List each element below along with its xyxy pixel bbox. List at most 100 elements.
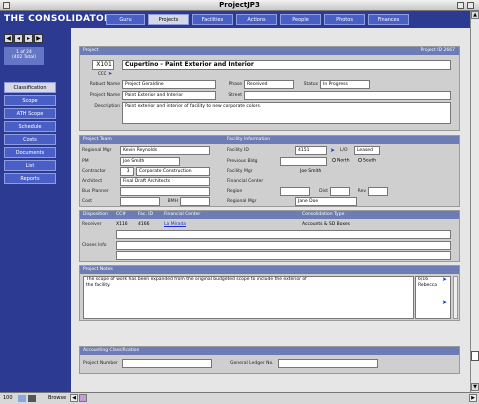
mode-label[interactable]: Browse	[48, 395, 66, 401]
previous-bldg-field[interactable]	[280, 157, 327, 166]
north-radio-icon[interactable]	[332, 158, 336, 162]
fac-id-header: Fac. ID	[138, 212, 154, 217]
tab-actions[interactable]: Actions	[236, 14, 277, 25]
consolidation-type-header: Consolidation Type	[302, 212, 345, 217]
bus-planner-field[interactable]	[120, 187, 210, 196]
sidebar-item-schedule[interactable]: Schedule	[4, 121, 56, 132]
facility-regional-mgr-field[interactable]: Jane Doe	[295, 197, 357, 206]
architect-field[interactable]: Final Draft Architects	[120, 177, 210, 186]
sidebar-item-list[interactable]: List	[4, 160, 56, 171]
receiver-cc: X116	[116, 222, 128, 227]
tab-guru[interactable]: Guru	[106, 14, 145, 25]
tab-people[interactable]: People	[280, 14, 321, 25]
disposition-panel: Disposition CC# Fac. ID Financial Center…	[79, 210, 460, 262]
pm-field[interactable]: Joe Smith	[120, 157, 180, 166]
facility-id-field[interactable]: 4151	[295, 146, 327, 155]
next-record-icon[interactable]: ▸	[24, 34, 33, 43]
description-field[interactable]: Paint exterior and interior of facility …	[122, 102, 451, 124]
facility-link-icon[interactable]: ➤	[330, 147, 335, 154]
project-title-field[interactable]: Cupertino - Paint Exterior and Interior	[122, 60, 451, 70]
sidebar-item-scope[interactable]: Scope	[4, 95, 56, 106]
south-radio[interactable]: South	[358, 158, 376, 164]
region-field[interactable]	[280, 187, 310, 196]
contractor-field[interactable]: Corporate Construction	[136, 167, 210, 176]
receiver-fac-id: 4166	[138, 222, 150, 227]
notes-link-icon-top[interactable]: ➤	[442, 276, 447, 283]
facility-mgr-label: Facility Mgr	[227, 169, 253, 174]
dist-field[interactable]	[330, 187, 350, 196]
window-scrollbar[interactable]: ▲ ▼	[470, 11, 479, 392]
project-notes-header: Project Notes	[80, 266, 459, 274]
disposition-header: Disposition CC# Fac. ID Financial Center…	[80, 211, 459, 219]
sidebar-item-documents[interactable]: Documents	[4, 147, 56, 158]
architect-label: Architect	[82, 179, 103, 184]
bmh-field[interactable]	[180, 197, 210, 206]
south-radio-icon[interactable]	[358, 158, 362, 162]
accounting-header: Accounting Classification	[80, 347, 459, 355]
receiver-label: Receiver	[82, 222, 102, 227]
app-header: THE CONSOLIDATOR Guru Projects Facilitie…	[0, 11, 470, 28]
team-facility-panel: Project Team Facility Information Region…	[79, 135, 460, 207]
project-name-field[interactable]: Paint Exterior and Interior	[122, 91, 216, 100]
general-ledger-label: General Ledger No.	[230, 361, 274, 366]
robust-name-field[interactable]: Project Geraldine	[122, 80, 216, 89]
scroll-up-icon[interactable]: ▲	[471, 11, 479, 19]
general-ledger-field[interactable]	[278, 359, 378, 368]
notes-text-line-2: the facility.	[86, 283, 111, 288]
tab-facilities[interactable]: Facilities	[192, 14, 233, 25]
first-record-icon[interactable]: ◀	[4, 34, 13, 43]
closes-info-row-1[interactable]	[116, 241, 451, 250]
receiver-consolidation-type: Accounts & SD Boxes	[302, 222, 350, 227]
contractor-label: Contractor	[82, 169, 106, 174]
phase-field[interactable]: Received	[244, 80, 294, 89]
mountain-zoom-icon[interactable]	[18, 395, 26, 402]
street-field[interactable]	[244, 91, 451, 100]
scroll-thumb[interactable]	[471, 351, 479, 361]
notes-scrollbar[interactable]	[453, 276, 458, 319]
zoom-box-icon[interactable]	[457, 2, 464, 9]
collapse-box-icon[interactable]	[467, 2, 474, 9]
scroll-down-icon[interactable]: ▼	[471, 383, 479, 391]
regional-mgr-label: Regional Mgr	[82, 148, 112, 153]
project-number-field[interactable]	[122, 359, 212, 368]
cost-field[interactable]	[120, 197, 160, 206]
north-radio[interactable]: North	[332, 158, 350, 164]
contractor-code-field[interactable]: 3	[120, 167, 134, 176]
arrow-right-icon[interactable]: ➤	[108, 71, 112, 77]
notes-text-area[interactable]: The scope of work has been expanded from…	[83, 276, 414, 319]
sidebar-item-classification[interactable]: Classification	[4, 82, 56, 93]
sidebar-item-reports[interactable]: Reports	[4, 173, 56, 184]
record-count: 1 of 24 (402 Total)	[4, 47, 44, 65]
sidebar-item-costs[interactable]: Costs	[4, 134, 56, 145]
scroll-left-icon[interactable]: ◀	[70, 394, 78, 402]
tab-finances[interactable]: Finances	[368, 14, 409, 25]
previous-record-icon[interactable]: ◂	[14, 34, 23, 43]
region-label: Region	[227, 189, 243, 194]
disposition-blank-row[interactable]	[116, 230, 451, 239]
team-facility-header: Project Team Facility Information	[80, 136, 459, 144]
regional-mgr-field[interactable]: Kevin Reynolds	[120, 146, 210, 155]
horizontal-scroll-thumb[interactable]	[79, 394, 87, 402]
tab-projects[interactable]: Projects	[148, 14, 189, 25]
rev-field[interactable]	[368, 187, 388, 196]
record-total: (402 Total)	[11, 55, 37, 60]
facility-info-header: Facility Information	[227, 137, 271, 142]
lo-label: L/O	[340, 148, 348, 153]
south-radio-label: South	[363, 158, 377, 164]
tab-photos[interactable]: Photos	[324, 14, 365, 25]
last-record-icon[interactable]: ▶	[34, 34, 43, 43]
status-field[interactable]: In Progress	[320, 80, 370, 89]
pm-label: PM	[82, 159, 89, 164]
street-label: Street	[228, 93, 242, 98]
previous-bldg-label: Previous Bldg	[227, 159, 258, 164]
notes-link-icon-bottom[interactable]: ➤	[442, 299, 447, 306]
sidebar-item-ath-scope[interactable]: ATH Scope	[4, 108, 56, 119]
receiver-financial-center-link[interactable]: La Mirada	[164, 222, 186, 227]
zoom-level[interactable]: 100	[3, 395, 13, 401]
scroll-right-icon[interactable]: ▶	[469, 394, 477, 402]
status-area-icon[interactable]	[28, 395, 36, 402]
project-notes-panel: Project Notes The scope of work has been…	[79, 265, 460, 321]
leased-field[interactable]: Leased	[354, 146, 380, 155]
closes-info-row-2[interactable]	[116, 251, 451, 260]
project-number-field[interactable]: X101	[92, 60, 114, 70]
